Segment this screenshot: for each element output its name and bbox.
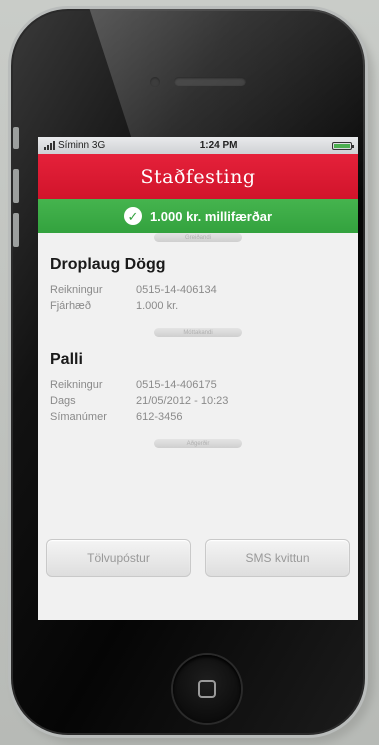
status-time: 1:24 PM xyxy=(199,140,238,151)
home-button[interactable] xyxy=(173,655,241,723)
row-label: Reikningur xyxy=(50,284,103,296)
mute-switch xyxy=(13,127,19,149)
section-divider: Aðgerðir xyxy=(154,439,242,448)
recipient-section: Palli Reikningur 0515-14-406175 Dags 21/… xyxy=(38,337,358,433)
row-value: 0515-14-406175 xyxy=(136,379,217,391)
carrier-label: Síminn 3G xyxy=(58,140,106,151)
recipient-row: Dags 21/05/2012 - 10:23 xyxy=(50,393,346,409)
row-label: Reikningur xyxy=(50,379,103,391)
row-label: Símanúmer xyxy=(50,411,107,423)
volume-down-button xyxy=(13,213,19,247)
battery-icon xyxy=(331,141,354,150)
row-value: 21/05/2012 - 10:23 xyxy=(136,395,229,407)
email-button[interactable]: Tölvupóstur xyxy=(46,539,191,577)
section-divider: Greiðandi xyxy=(154,233,242,242)
checkmark-icon: ✓ xyxy=(123,207,142,225)
section-divider: Móttakandi xyxy=(154,328,242,337)
title-bar: Staðfesting xyxy=(38,154,358,199)
home-square-icon xyxy=(198,680,216,698)
recipient-row: Símanúmer 612-3456 xyxy=(50,409,346,425)
signal-icon xyxy=(44,141,55,150)
row-value: 612-3456 xyxy=(136,411,183,423)
recipient-name: Palli xyxy=(50,351,83,368)
status-bar: Síminn 3G 1:24 PM xyxy=(38,137,358,154)
volume-up-button xyxy=(13,169,19,203)
success-banner: ✓ 1.000 kr. millifærðar xyxy=(38,199,358,233)
payer-name: Droplaug Dögg xyxy=(50,256,166,273)
action-buttons: Tölvupóstur SMS kvittun xyxy=(38,539,358,577)
row-value: 1.000 kr. xyxy=(136,300,179,312)
app-screen: Síminn 3G 1:24 PM Staðfesting ✓ 1.000 kr… xyxy=(38,137,358,620)
payer-row: Fjárhæð 1.000 kr. xyxy=(50,298,346,314)
payer-section: Droplaug Dögg Reikningur 0515-14-406134 … xyxy=(38,242,358,322)
row-label: Fjárhæð xyxy=(50,300,91,312)
recipient-row: Reikningur 0515-14-406175 xyxy=(50,377,346,393)
sms-receipt-button[interactable]: SMS kvittun xyxy=(205,539,350,577)
status-left: Síminn 3G xyxy=(44,140,105,151)
earpiece-speaker xyxy=(174,77,246,86)
page-title: Staðfesting xyxy=(140,165,256,188)
payer-row: Reikningur 0515-14-406134 xyxy=(50,282,346,298)
row-value: 0515-14-406134 xyxy=(136,284,217,296)
row-label: Dags xyxy=(50,395,76,407)
front-camera xyxy=(150,77,160,87)
success-message: 1.000 kr. millifærðar xyxy=(149,208,273,224)
